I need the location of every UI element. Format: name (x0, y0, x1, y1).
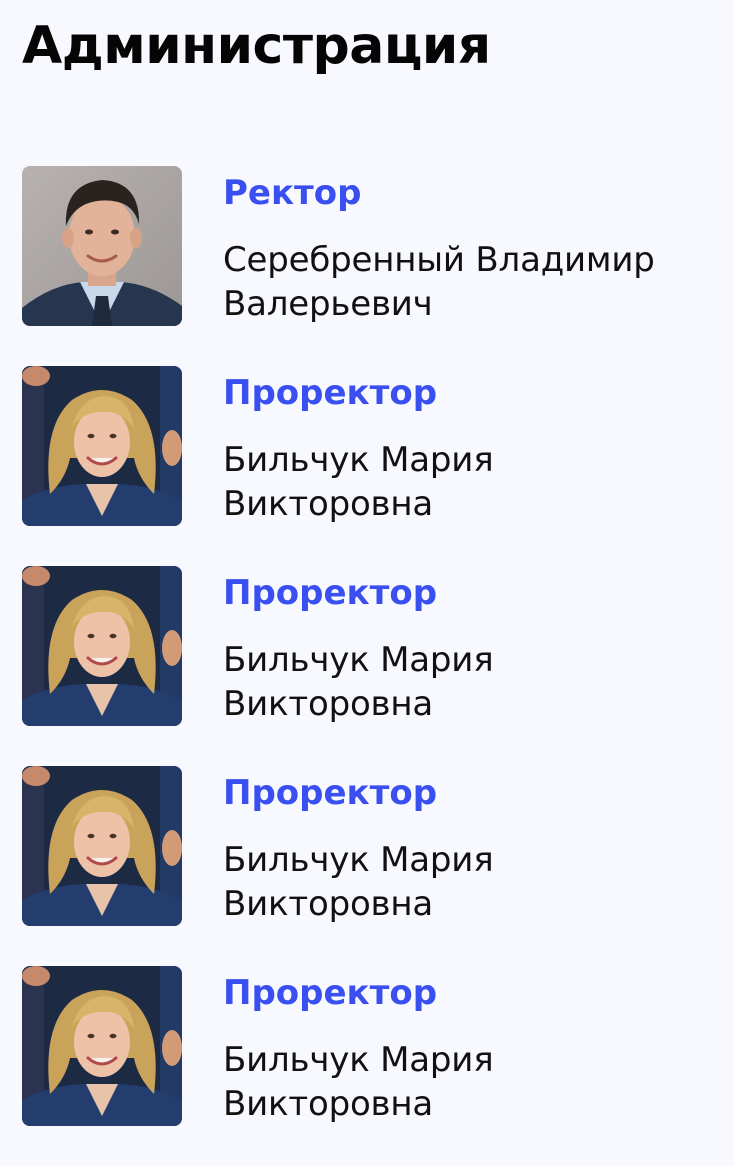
staff-card-vice-rector[interactable]: Проректор Бильчук Мария Викторовна (22, 966, 722, 1166)
vice-rector-photo (22, 966, 182, 1126)
staff-role[interactable]: Проректор (223, 370, 437, 416)
staff-card-vice-rector[interactable]: Проректор Бильчук Мария Викторовна (22, 366, 722, 566)
staff-card-vice-rector[interactable]: Проректор Бильчук Мария Викторовна (22, 766, 722, 966)
vice-rector-photo (22, 366, 182, 526)
staff-list: Ректор Серебренный Владимир Валерьевич П… (22, 166, 722, 1166)
staff-role[interactable]: Проректор (223, 970, 437, 1016)
staff-name: Бильчук Мария Викторовна (223, 640, 494, 724)
staff-name: Бильчук Мария Викторовна (223, 1040, 494, 1124)
vice-rector-photo (22, 766, 182, 926)
staff-role[interactable]: Проректор (223, 570, 437, 616)
page-title: Администрация (22, 16, 491, 76)
staff-name: Бильчук Мария Викторовна (223, 840, 494, 924)
staff-card-vice-rector[interactable]: Проректор Бильчук Мария Викторовна (22, 566, 722, 766)
staff-card-rector[interactable]: Ректор Серебренный Владимир Валерьевич (22, 166, 722, 366)
staff-role[interactable]: Проректор (223, 770, 437, 816)
rector-photo (22, 166, 182, 326)
staff-role[interactable]: Ректор (223, 170, 361, 216)
vice-rector-photo (22, 566, 182, 726)
staff-name: Бильчук Мария Викторовна (223, 440, 494, 524)
staff-name: Серебренный Владимир Валерьевич (223, 240, 655, 324)
